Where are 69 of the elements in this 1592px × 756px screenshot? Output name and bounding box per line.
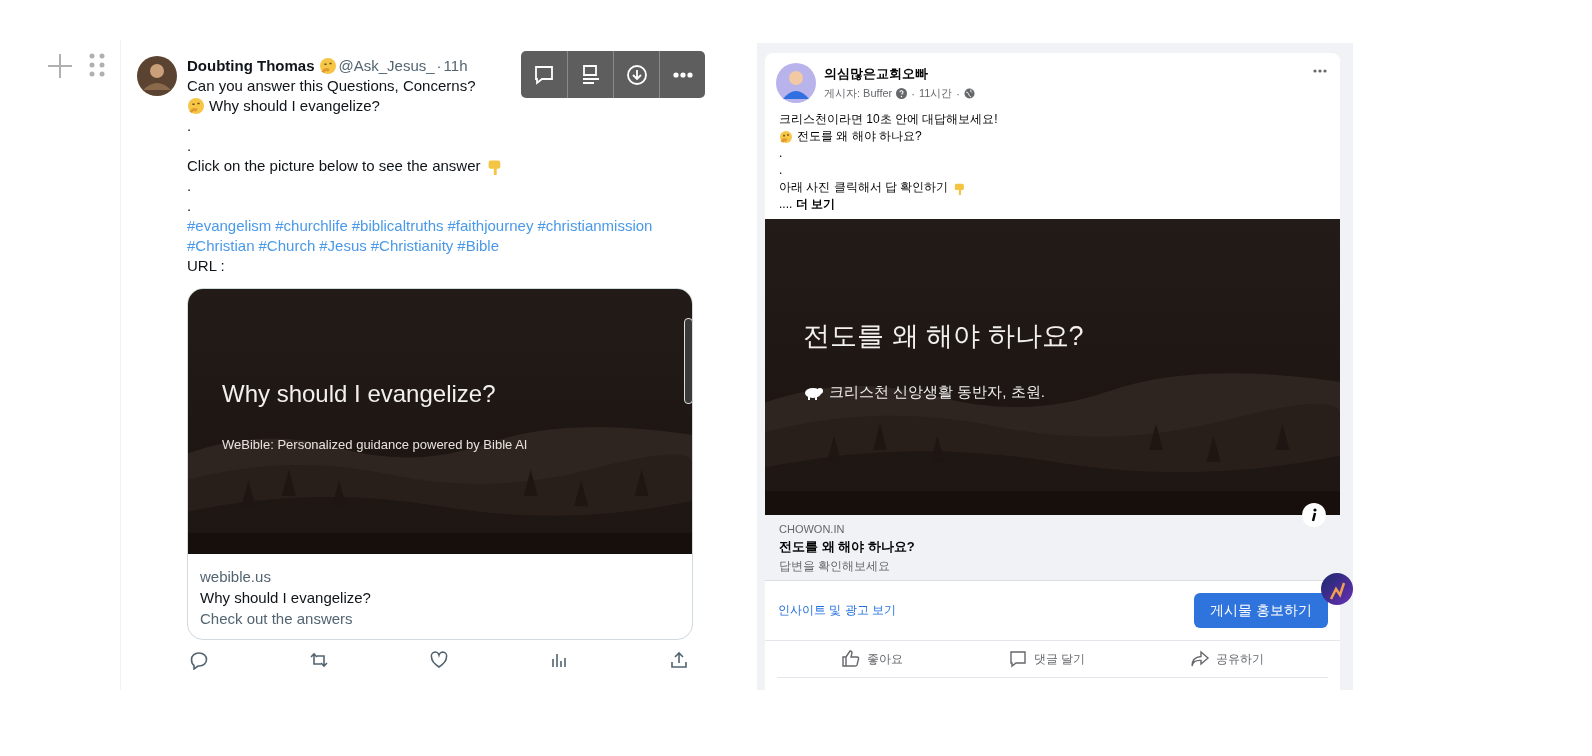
thumbs-up-icon [841, 649, 862, 669]
action-button[interactable]: 공유하기 [1183, 648, 1270, 670]
action-button[interactable]: 댓글 달기 [1001, 648, 1092, 670]
author-name: Doubting Thomas [187, 56, 315, 76]
card-image-title: Why should I evangelize? [222, 379, 496, 409]
avatar[interactable] [137, 56, 177, 96]
card-description: 답변을 확인해보세요 [779, 559, 892, 574]
reply-icon[interactable] [189, 650, 209, 670]
hashtag-link[interactable]: #Jesus [319, 236, 367, 256]
hashtag-link[interactable]: #churchlife [275, 216, 348, 236]
more-icon [672, 71, 693, 78]
speech-bubble-icon [1007, 649, 1028, 669]
post-text: . [187, 196, 192, 216]
post-text: . [187, 116, 192, 136]
card-image-subtitle: 크리스천 신앙생활 동반자, 초원. [829, 383, 1045, 402]
avatar[interactable] [776, 63, 816, 103]
extension-bubble-icon[interactable] [1321, 573, 1353, 605]
hashtag-link[interactable]: #christianmission [537, 216, 653, 236]
post-text: 전도를 왜 해야 하나요? [797, 128, 922, 145]
post-text: Why should I evangelize? [209, 96, 380, 116]
card-image-subtitle: WeBible: Personalized guidance powered by Bible AI [222, 436, 528, 454]
post-text: 아래 사진 클릭해서 답 확인하기 [779, 179, 949, 196]
separator: · [956, 87, 961, 100]
insights-link[interactable]: 인사이트 및 광고 보기 [778, 602, 896, 619]
posted-by: 게시자: Buffer [824, 86, 893, 101]
post-text: . [779, 162, 783, 179]
hashtag-link[interactable]: #evangelism [187, 216, 272, 236]
post-text: URL : [187, 256, 226, 276]
thinking-face-icon [187, 97, 205, 115]
post-text: 크리스천이라면 10초 안에 대답해보세요! [779, 111, 998, 128]
action-button[interactable]: 좋아요 [835, 648, 910, 670]
card-domain: webible.us [200, 567, 272, 587]
separator: · [436, 56, 442, 76]
author-handle[interactable]: @Ask_Jesus_ [338, 56, 435, 76]
separator: · [911, 87, 915, 100]
post-time[interactable]: 11시간 [918, 86, 953, 101]
share-arrow-icon [1189, 649, 1210, 669]
card-title[interactable]: 전도를 왜 해야 하나요? [779, 538, 1326, 556]
download-icon [624, 62, 649, 87]
hashtag-link[interactable]: #Christianity [370, 236, 454, 256]
hashtag-link[interactable]: #faithjourney [447, 216, 534, 236]
post-time[interactable]: 11h [443, 56, 468, 76]
see-more-link[interactable]: .... 더 보기 [779, 196, 1326, 213]
drag-handle-icon[interactable] [88, 52, 106, 78]
card-title: Why should I evangelize? [200, 588, 372, 608]
card-image-title: 전도를 왜 해야 하나요? [803, 320, 1084, 353]
link-card[interactable]: Why should I evangelize? WeBible: Personalized guidance powered by Bible AI webible.us Why should I evangelize? Check out the answers [187, 288, 693, 640]
hashtag-link[interactable]: #biblicaltruths [351, 216, 444, 236]
info-icon [1309, 508, 1319, 522]
card-domain: CHOWON.IN [779, 523, 846, 535]
post-text: Can you answer this Questions, Concerns? [187, 76, 476, 96]
thinking-face-icon [318, 57, 337, 75]
promote-button[interactable]: 게시물 홍보하기 [1194, 593, 1328, 628]
hashtag-link[interactable]: #Bible [457, 236, 499, 256]
page-name[interactable]: 의심많은교회오빠 [824, 66, 1304, 83]
post-text: Click on the picture below to see the answer [187, 156, 481, 176]
card-description: Check out the answers [200, 609, 354, 629]
hashtag-link[interactable]: #Church [258, 236, 316, 256]
sheep-icon [803, 385, 823, 400]
post-text: . [187, 136, 192, 156]
post-text: . [187, 176, 192, 196]
post-text: . [779, 145, 783, 162]
like-icon[interactable] [429, 650, 449, 670]
share-icon[interactable] [669, 650, 689, 670]
help-icon[interactable] [896, 88, 908, 99]
repost-icon[interactable] [309, 650, 329, 670]
thinking-face-icon [779, 129, 793, 144]
hashtag-link[interactable]: #Christian [187, 236, 255, 256]
scrollbar-thumb[interactable] [684, 318, 693, 404]
